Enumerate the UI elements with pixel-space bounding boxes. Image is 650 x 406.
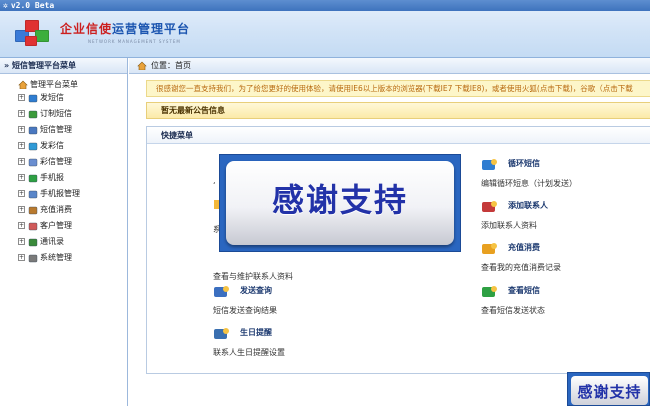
sidebar-item[interactable]: + 通讯录 <box>18 234 127 250</box>
add-contact-icon <box>482 201 497 212</box>
sidebar-header: » 短信管理平台菜单 <box>0 58 127 74</box>
sidebar-item-label: 发短信 <box>40 93 64 102</box>
home-icon <box>137 61 147 71</box>
quick-item-desc: 添加联系人资料 <box>481 221 537 230</box>
overlay-ad[interactable]: 感谢支持 <box>219 154 461 252</box>
corner-ad[interactable]: 感谢支持 <box>567 372 650 406</box>
sidebar-item-label: 彩信管理 <box>40 157 72 166</box>
mms-manage-icon <box>28 158 38 166</box>
cycle-sms-icon <box>482 159 497 170</box>
quick-item-desc: 查看与维护联系人资料 <box>213 272 293 281</box>
expand-icon[interactable]: + <box>18 110 25 117</box>
sidebar-item[interactable]: + 系统管理 <box>18 250 127 266</box>
customer-icon <box>28 222 38 230</box>
sidebar-item[interactable]: + 客户管理 <box>18 218 127 234</box>
breadcrumb-prefix: 位置： <box>151 61 175 70</box>
mobile-news-icon <box>28 174 38 182</box>
sidebar-item[interactable]: + 发彩信 <box>18 138 127 154</box>
quick-item-title[interactable]: 发送查询 <box>240 285 272 296</box>
app-title: 企业信使运营管理平台 <box>60 22 191 36</box>
quick-item-desc: 查看短信发送状态 <box>481 306 545 315</box>
system-gear-icon <box>28 254 38 262</box>
breadcrumb-current[interactable]: 首页 <box>175 61 191 70</box>
home-icon <box>18 80 28 89</box>
quick-item-desc: 短信发送查询结果 <box>213 306 277 315</box>
logo-cubes <box>13 20 53 50</box>
partial-text: ‘ <box>213 181 216 190</box>
sidebar-item-label: 系统管理 <box>40 253 72 262</box>
sidebar-item[interactable]: + 短信管理 <box>18 122 127 138</box>
expand-icon[interactable]: + <box>18 238 25 245</box>
send-sms-icon <box>28 94 38 102</box>
gear-icon: ✲ <box>3 1 8 10</box>
view-sms-icon <box>482 286 497 297</box>
birthday-icon <box>214 328 229 339</box>
overlay-ad-text: 感谢支持 <box>271 181 408 219</box>
version-label: v2.0 Beta <box>10 1 55 10</box>
sidebar-item-label: 发彩信 <box>40 141 64 150</box>
sidebar-item-label: 手机报 <box>40 173 64 182</box>
expand-icon[interactable]: + <box>18 158 25 165</box>
expand-icon[interactable]: + <box>18 254 25 261</box>
expand-icon[interactable]: + <box>18 222 25 229</box>
expand-icon[interactable]: + <box>18 174 25 181</box>
quick-item-title[interactable]: 循环短信 <box>508 158 540 169</box>
sidebar-item-label: 手机报管理 <box>40 189 80 198</box>
browser-notice: 很感谢您一直支持我们，为了给您更好的使用体验，请使用IE6以上版本的浏览器(下载… <box>146 80 650 97</box>
sidebar-item-label: 订制短信 <box>40 109 72 118</box>
sidebar-item[interactable]: + 手机报 <box>18 170 127 186</box>
quick-item-title[interactable]: 添加联系人 <box>508 200 548 211</box>
sidebar-item-label: 短信管理 <box>40 125 72 134</box>
sidebar-item[interactable]: + 发短信 <box>18 90 127 106</box>
brand: 企业信使运营管理平台 NETWORK MANAGEMENT SYSTEM <box>60 20 190 44</box>
mobile-news-manage-icon <box>28 190 38 198</box>
tree-root[interactable]: 管理平台菜单 <box>18 79 127 90</box>
expand-icon[interactable]: + <box>18 126 25 133</box>
recharge-record-icon <box>482 243 497 254</box>
app-subtitle: NETWORK MANAGEMENT SYSTEM <box>88 39 181 44</box>
expand-icon[interactable]: + <box>18 206 25 213</box>
sidebar-item[interactable]: + 订制短信 <box>18 106 127 122</box>
breadcrumb: 位置：首页 <box>129 58 650 74</box>
version-bar: ✲ v2.0 Beta <box>0 0 650 11</box>
expand-icon[interactable]: + <box>18 94 25 101</box>
sidebar-item[interactable]: + 充值消费 <box>18 202 127 218</box>
contacts-icon <box>28 238 38 246</box>
sidebar: » 短信管理平台菜单 管理平台菜单 + 发短信 + 订制短信 + 短信管理 + 发彩信 + 彩信管… <box>0 58 128 406</box>
quick-menu-title: 快捷菜单 <box>147 127 650 144</box>
expand-icon[interactable]: + <box>18 142 25 149</box>
subscribe-sms-icon <box>28 110 38 118</box>
sidebar-item-label: 通讯录 <box>40 237 64 246</box>
quick-item-title[interactable]: 查看短信 <box>508 285 540 296</box>
sidebar-item[interactable]: + 手机报管理 <box>18 186 127 202</box>
quick-item-title[interactable]: 生日提醒 <box>240 327 272 338</box>
announcement-panel-title: 暂无最新公告信息 <box>146 102 650 119</box>
quick-item-desc: 查看我的充值消费记录 <box>481 263 561 272</box>
menu-tree: 管理平台菜单 + 发短信 + 订制短信 + 短信管理 + 发彩信 + 彩信管理 + 手机报 + 手机报管理… <box>0 74 127 266</box>
quick-item-desc: 编辑循环短息（计划发送） <box>481 179 577 188</box>
top-banner: ✲ v2.0 Beta 企业信使运营管理平台 NETWORK MANAGEMENT… <box>0 0 650 58</box>
recharge-icon <box>28 206 38 214</box>
send-query-icon <box>214 286 229 297</box>
expand-icon[interactable]: + <box>18 190 25 197</box>
sidebar-item-label: 客户管理 <box>40 221 72 230</box>
sms-manage-icon <box>28 126 38 134</box>
quick-item-desc: 联系人生日提醒设置 <box>213 348 285 357</box>
corner-ad-text: 感谢支持 <box>577 383 642 401</box>
sidebar-item[interactable]: + 彩信管理 <box>18 154 127 170</box>
sidebar-item-label: 充值消费 <box>40 205 72 214</box>
send-mms-icon <box>28 142 38 150</box>
quick-item-title[interactable]: 充值消费 <box>508 242 540 253</box>
